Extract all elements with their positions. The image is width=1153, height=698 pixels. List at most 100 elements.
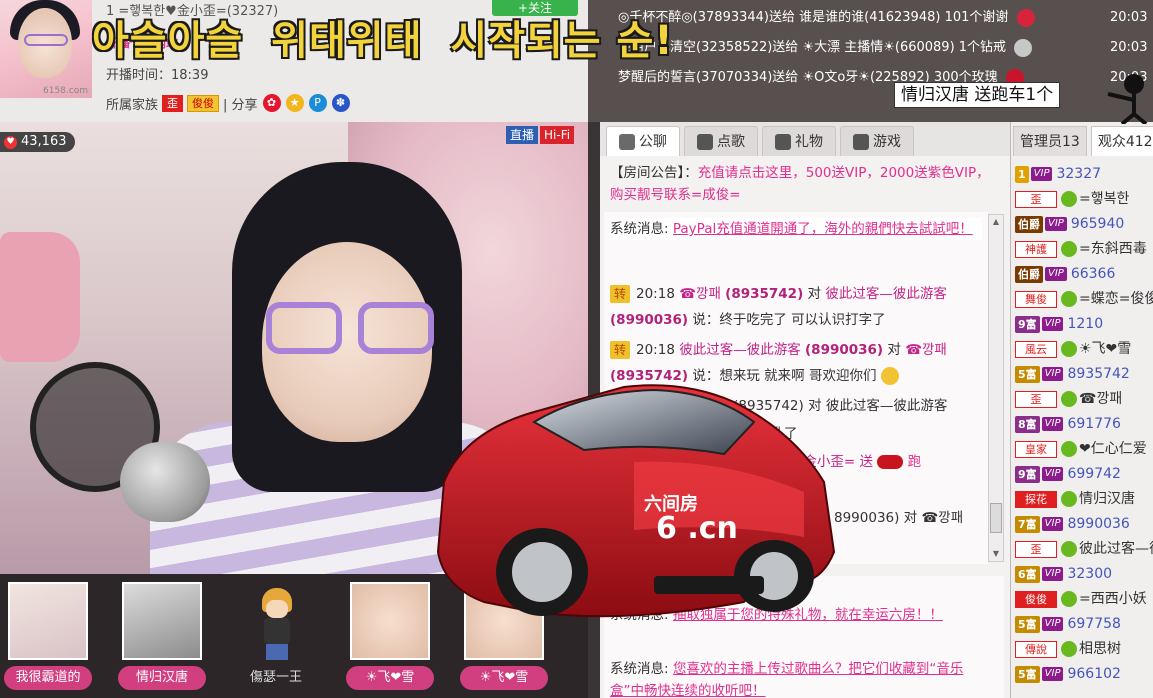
level-icon	[1061, 541, 1077, 557]
user-id: 691776	[1067, 416, 1121, 432]
vip-badge: VIP	[1045, 217, 1067, 231]
audience-count: ♥ 43,163	[0, 132, 75, 152]
ring-icon	[1014, 38, 1033, 57]
user-name: ☀飞❤雪	[1079, 341, 1132, 357]
chat-message: (8990036) 说：终于吃完了 可以认识打字了	[610, 312, 886, 328]
scroll-thumb[interactable]	[990, 503, 1002, 533]
vip-badge: VIP	[1041, 617, 1064, 631]
user-name: ☎깡패	[1079, 391, 1123, 407]
family-label: 所属家族	[106, 97, 159, 113]
forward-icon[interactable]: 转	[610, 285, 630, 303]
family-badge: 歪	[1015, 190, 1057, 208]
user-id: 66366	[1070, 266, 1116, 282]
user-name: ❤仁心仁爱	[1079, 441, 1147, 457]
renren-share-icon[interactable]: P	[308, 94, 327, 112]
weibo-share-icon[interactable]: ✿	[262, 94, 281, 112]
car-domain-label: 6 .cn	[656, 511, 738, 546]
baidu-share-icon[interactable]: ✽	[331, 94, 350, 112]
scroll-up-icon[interactable]: ▲	[991, 217, 1001, 227]
anchor-thumb[interactable]: 傷瑟一王	[236, 582, 316, 694]
family-badge: 歪	[1015, 390, 1057, 408]
level-icon	[1061, 341, 1077, 357]
tab-song-request[interactable]: 点歌	[684, 126, 758, 156]
audience-row[interactable]: 7富 VIP 8990036	[1015, 512, 1130, 536]
family-badge: 傳說	[1015, 640, 1057, 658]
level-icon	[1061, 591, 1077, 607]
audience-row[interactable]: 探花 情归汉唐	[1015, 487, 1135, 511]
audience-row[interactable]: 俊俊 =西西小妖	[1015, 587, 1147, 611]
user-id: 966102	[1067, 666, 1121, 682]
audience-row[interactable]: 8富 VIP 691776	[1015, 412, 1121, 436]
audience-row[interactable]: 歪 ☎깡패	[1015, 387, 1122, 411]
level-icon	[1061, 641, 1077, 657]
tab-public-chat[interactable]: 公聊	[606, 126, 680, 156]
smiley-icon	[880, 367, 899, 385]
audience-row[interactable]: 5富 VIP 8935742	[1015, 362, 1130, 386]
tab-admins[interactable]: 管理员13	[1013, 126, 1087, 156]
audience-row[interactable]: 歪 彼此过客—彼	[1015, 537, 1153, 561]
audience-row[interactable]: 歪 =햏복한	[1015, 187, 1129, 211]
family-tag-1[interactable]: 歪	[162, 94, 184, 112]
audience-row[interactable]: 神護 =东斜西毒	[1015, 237, 1147, 261]
user-id: 699742	[1067, 466, 1121, 482]
anchor-thumb[interactable]: 情归汉唐	[118, 582, 206, 694]
audience-row[interactable]: 5富 VIP 697758	[1015, 612, 1121, 636]
level-icon	[1061, 391, 1077, 407]
level-icon	[1061, 191, 1077, 207]
microphone	[120, 442, 210, 522]
vip-badge: VIP	[1041, 367, 1064, 381]
wealth-rank-badge: 伯爵	[1015, 215, 1043, 233]
user-id: 32327	[1056, 166, 1102, 182]
chat-message: 8990036) 对 ☎깡패	[834, 510, 964, 526]
user-name: =햏복한	[1079, 191, 1130, 207]
wealth-rank-badge: 7富	[1015, 515, 1040, 533]
chat-scrollbar[interactable]: ▲ ▼	[988, 214, 1004, 562]
marquee-line: ◎千杯不醉◎(37893344)送给 谁是谁的谁(41623948) 101个谢…	[618, 8, 1148, 27]
share-label: | 分享	[223, 97, 258, 113]
audience-row[interactable]: 5富 VIP 966102	[1015, 662, 1121, 686]
scroll-down-icon[interactable]: ▼	[991, 549, 1001, 559]
sports-car-gift-icon: 六间房 6 .cn	[436, 384, 836, 618]
user-id: 697758	[1067, 616, 1121, 632]
qzone-share-icon[interactable]: ★	[285, 94, 304, 112]
paypal-link[interactable]: PayPal充值通道開通了，海外的親們快去試試吧！	[673, 221, 973, 237]
system-message: 系统消息: PayPal充值通道開通了，海外的親們快去試試吧！	[610, 218, 982, 240]
audience-row[interactable]: 9富 VIP 1210	[1015, 312, 1103, 336]
heart-icon: ♥	[4, 135, 17, 149]
user-id: 32300	[1067, 566, 1113, 582]
user-name: =东斜西毒	[1079, 241, 1147, 257]
audience-row[interactable]: 舞俊 =蝶恋=俊俊	[1015, 287, 1153, 311]
user-id: 8990036	[1067, 516, 1130, 532]
audience-row[interactable]: 傳說 相思树	[1015, 637, 1121, 661]
audience-row[interactable]: 風云 ☀飞❤雪	[1015, 337, 1131, 361]
microphone-icon	[697, 134, 713, 150]
audience-row[interactable]: 伯爵 VIP 965940	[1015, 212, 1124, 236]
audience-row[interactable]: 皇家 ❤仁心仁爱	[1015, 437, 1147, 461]
avatar-watermark: 6158.com	[43, 86, 88, 96]
wealth-rank-badge: 6富	[1015, 565, 1040, 583]
audience-row[interactable]: 1 VIP 32327	[1015, 162, 1101, 186]
wealth-rank-badge: 伯爵	[1015, 265, 1043, 283]
user-name: 彼此过客—彼	[1079, 541, 1153, 557]
broadcast-time: 开播时间：18:39	[106, 68, 209, 83]
tab-gifts[interactable]: 礼物	[762, 126, 836, 156]
tab-games[interactable]: 游戏	[840, 126, 914, 156]
hifi-tag[interactable]: Hi-Fi	[540, 126, 575, 144]
tab-audience[interactable]: 观众412	[1090, 126, 1153, 156]
wealth-rank-badge: 9富	[1015, 315, 1040, 333]
marquee-line: 该用户已清空(32358522)送给 ☀大漂 主播情☀(660089) 1个钻戒…	[618, 38, 1148, 57]
vip-badge: VIP	[1041, 467, 1064, 481]
vip-badge: VIP	[1041, 667, 1064, 681]
forward-icon[interactable]: 转	[610, 341, 630, 359]
stickman-icon	[1107, 74, 1148, 124]
audience-row[interactable]: 9富 VIP 699742	[1015, 462, 1121, 486]
marquee-line: 梦醒后的誓言(37070334)送给 ☀O文o牙☀(225892) 300个玫瑰…	[618, 66, 1148, 90]
audience-row[interactable]: 6富 VIP 32300	[1015, 562, 1112, 586]
anchor-thumb[interactable]: 我很霸道的	[4, 582, 92, 694]
anchor-avatar[interactable]: 6158.com	[0, 0, 92, 98]
vip-badge: VIP	[1045, 267, 1067, 281]
live-room: 6158.com 1 =햏복한♥金小歪=(32327) +关注 开播个人网站 开…	[0, 0, 1153, 698]
anchor-thumb[interactable]: ☀飞❤雪	[346, 582, 434, 694]
audience-row[interactable]: 伯爵 VIP 66366	[1015, 262, 1115, 286]
family-tag-2[interactable]: 俊俊	[187, 94, 220, 112]
